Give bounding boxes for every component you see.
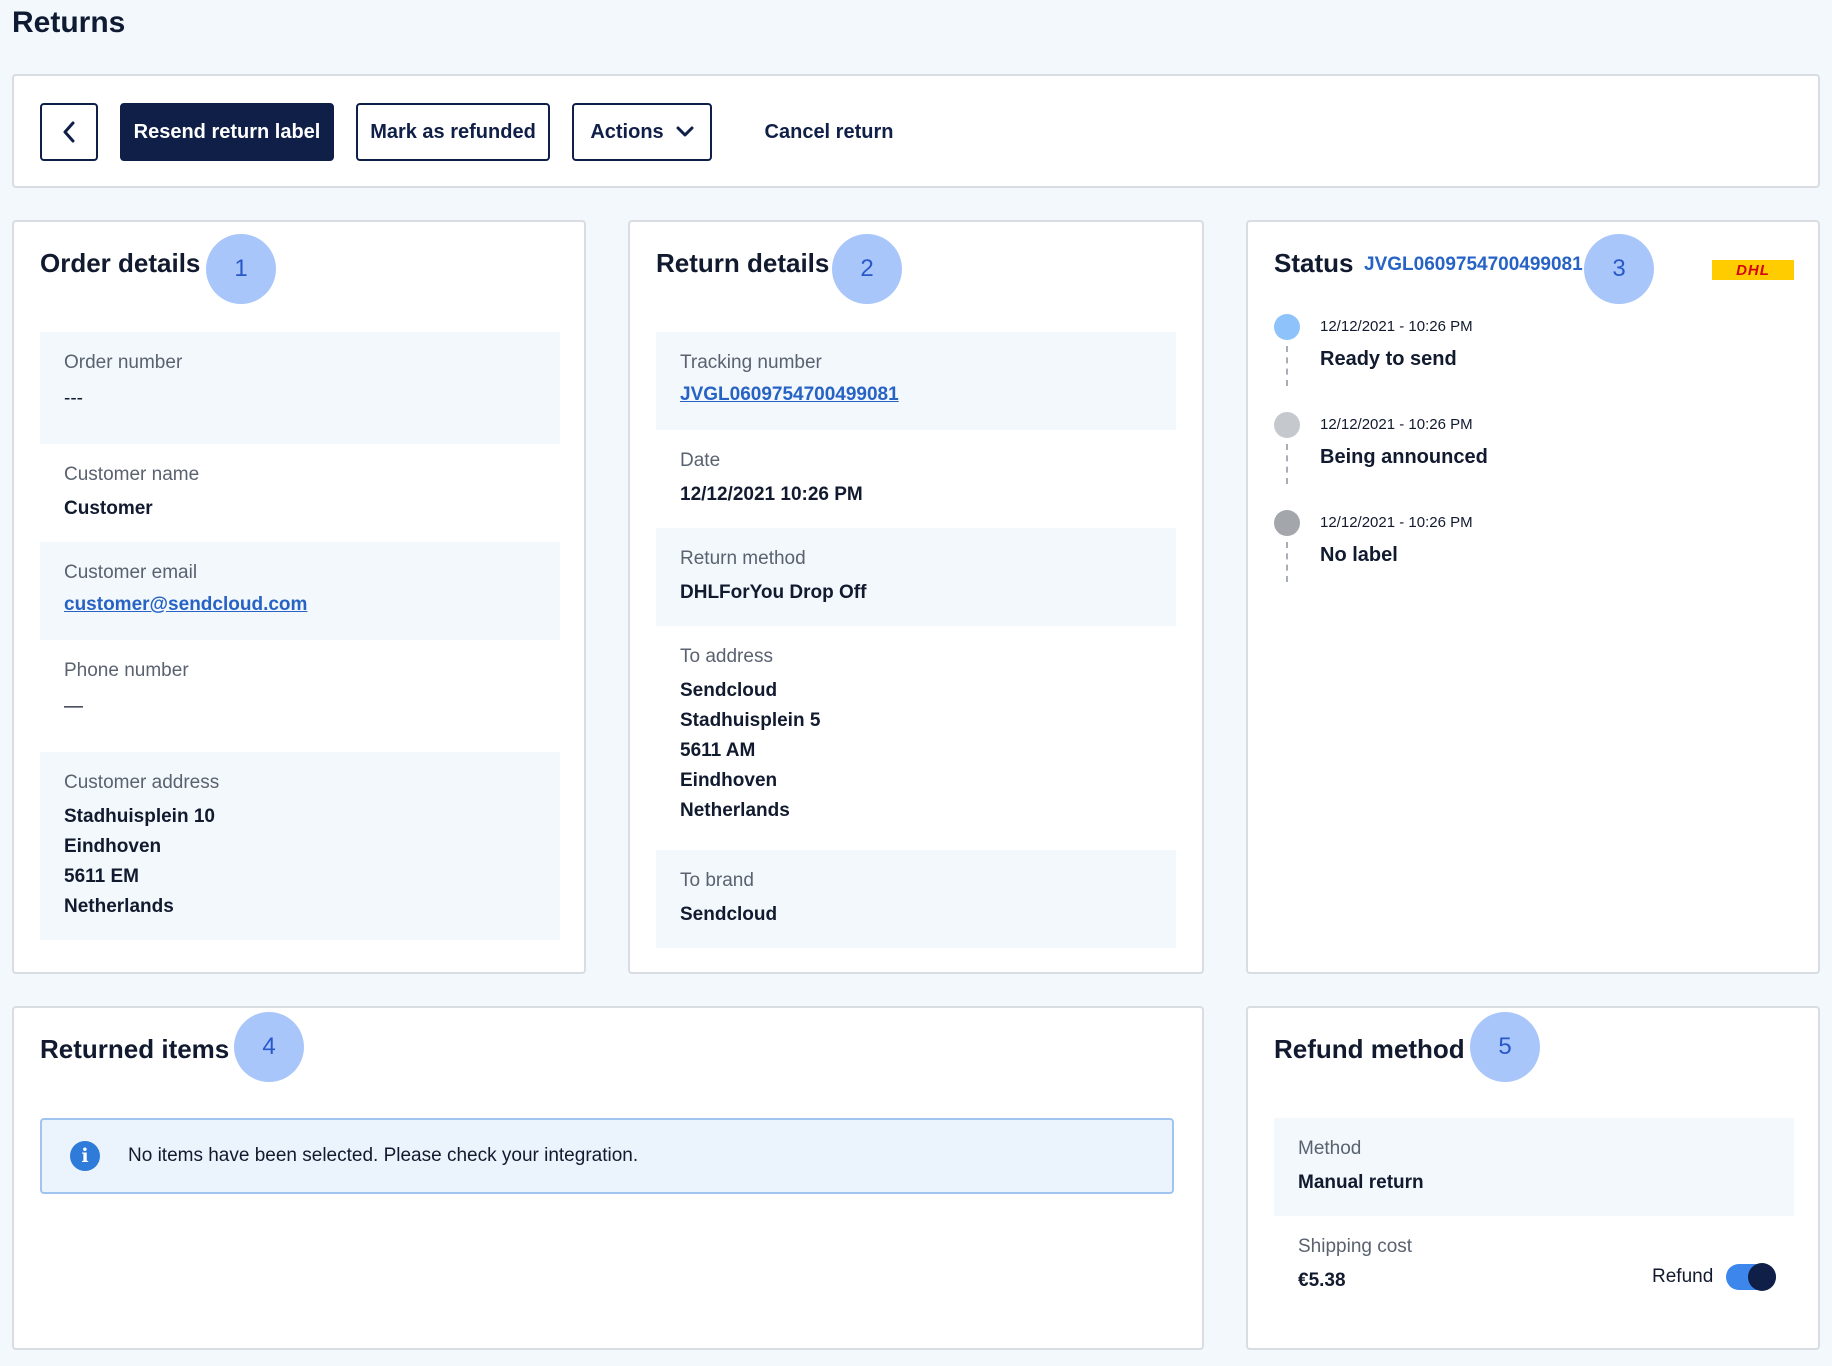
customer-address-label: Customer address [64,772,220,793]
returned-items-card: Returned items 4 i No items have been se… [12,1006,1204,1350]
customer-name-label: Customer name [64,464,200,485]
timeline-label: Ready to send [1320,348,1457,370]
tracking-number-label: Tracking number [680,352,822,373]
status-tracking-link[interactable]: JVGL0609754700499081 [1364,254,1583,276]
shipping-cost-value: €5.38 [1298,1270,1346,1291]
address-line: 5611 EM [64,866,139,887]
step-badge-5: 5 [1470,1012,1540,1082]
timeline-date: 12/12/2021 - 10:26 PM [1320,514,1473,531]
status-title: Status [1274,248,1354,278]
to-address-line: Netherlands [680,800,790,821]
return-method-field: Return method DHLForYou Drop Off [656,528,1176,626]
shipping-cost-field: Shipping cost €5.38 [1274,1216,1594,1314]
timeline-date: 12/12/2021 - 10:26 PM [1320,318,1473,335]
to-address-line: 5611 AM [680,740,756,761]
customer-address-field: Customer address Stadhuisplein 10 Eindho… [40,752,560,940]
step-badge-4: 4 [234,1012,304,1082]
tracking-number-link[interactable]: JVGL0609754700499081 [680,384,899,405]
to-address-line: Eindhoven [680,770,778,791]
info-icon: i [70,1141,100,1171]
info-message: No items have been selected. Please chec… [128,1145,639,1166]
status-dot-icon [1274,510,1300,536]
refund-method-title: Refund method [1274,1034,1465,1064]
refund-method-card: Refund method 5 Method Manual return Shi… [1246,1006,1820,1350]
step-badge-1: 1 [206,234,276,304]
to-brand-label: To brand [680,870,754,891]
customer-email-field: Customer email customer@sendcloud.com [40,542,560,640]
to-address-line: Stadhuisplein 5 [680,710,821,731]
order-number-value: --- [64,388,83,409]
phone-number-label: Phone number [64,660,189,681]
return-details-title: Return details [656,248,830,278]
toggle-knob [1748,1263,1776,1291]
method-label: Method [1298,1138,1362,1159]
timeline-label: Being announced [1320,446,1488,468]
dhl-logo-text: DHL [1736,261,1770,279]
return-method-label: Return method [680,548,806,569]
chevron-left-icon [63,121,75,143]
customer-email-link[interactable]: customer@sendcloud.com [64,594,307,615]
order-details-title: Order details [40,248,201,278]
customer-name-field: Customer name Customer [40,444,560,542]
refund-toggle[interactable] [1726,1263,1776,1291]
timeline-connector [1286,346,1288,386]
returned-items-title: Returned items [40,1034,230,1064]
return-details-card: Return details 2 Tracking number JVGL060… [628,220,1204,974]
to-address-line: Sendcloud [680,680,778,701]
action-toolbar: Resend return label Mark as refunded Act… [12,74,1820,188]
cancel-return-button[interactable]: Cancel return [744,103,914,161]
refund-toggle-label: Refund [1652,1266,1714,1287]
tracking-number-field: Tracking number JVGL0609754700499081 [656,332,1176,430]
refund-method-field: Method Manual return [1274,1118,1794,1216]
step-badge-3: 3 [1584,234,1654,304]
timeline-connector [1286,542,1288,582]
mark-as-refunded-button[interactable]: Mark as refunded [356,103,550,161]
return-method-value: DHLForYou Drop Off [680,582,867,603]
to-address-label: To address [680,646,773,667]
date-field: Date 12/12/2021 10:26 PM [656,430,1176,528]
timeline-event: 12/12/2021 - 10:26 PM Being announced [1274,412,1774,510]
timeline-connector [1286,444,1288,484]
phone-number-field: Phone number — [40,640,560,752]
address-line: Eindhoven [64,836,162,857]
order-details-card: Order details 1 Order number --- Custome… [12,220,586,974]
phone-number-value: — [64,696,83,717]
back-button[interactable] [40,103,98,161]
step-badge-2: 2 [832,234,902,304]
resend-return-label-button[interactable]: Resend return label [120,103,334,161]
timeline-date: 12/12/2021 - 10:26 PM [1320,416,1473,433]
shipping-cost-label: Shipping cost [1298,1236,1413,1257]
timeline-label: No label [1320,544,1398,566]
actions-label: Actions [590,120,664,143]
to-brand-value: Sendcloud [680,904,778,925]
order-number-label: Order number [64,352,183,373]
status-dot-icon [1274,412,1300,438]
date-label: Date [680,450,721,471]
dhl-logo: DHL [1712,260,1794,280]
method-value: Manual return [1298,1172,1424,1193]
to-address-field: To address Sendcloud Stadhuisplein 5 561… [656,626,1176,822]
status-dot-icon [1274,314,1300,340]
customer-name-value: Customer [64,498,153,519]
timeline-event: 12/12/2021 - 10:26 PM Ready to send [1274,314,1774,412]
address-line: Netherlands [64,896,174,917]
info-banner: i No items have been selected. Please ch… [40,1118,1174,1194]
timeline-event: 12/12/2021 - 10:26 PM No label [1274,510,1774,608]
actions-dropdown-button[interactable]: Actions [572,103,712,161]
date-value: 12/12/2021 10:26 PM [680,484,863,505]
to-brand-field: To brand Sendcloud [656,850,1176,948]
address-line: Stadhuisplein 10 [64,806,215,827]
customer-email-label: Customer email [64,562,198,583]
chevron-down-icon [676,126,694,137]
page-title: Returns [12,6,126,39]
order-number-field: Order number --- [40,332,560,444]
status-card: Status JVGL0609754700499081 3 DHL 12/12/… [1246,220,1820,974]
